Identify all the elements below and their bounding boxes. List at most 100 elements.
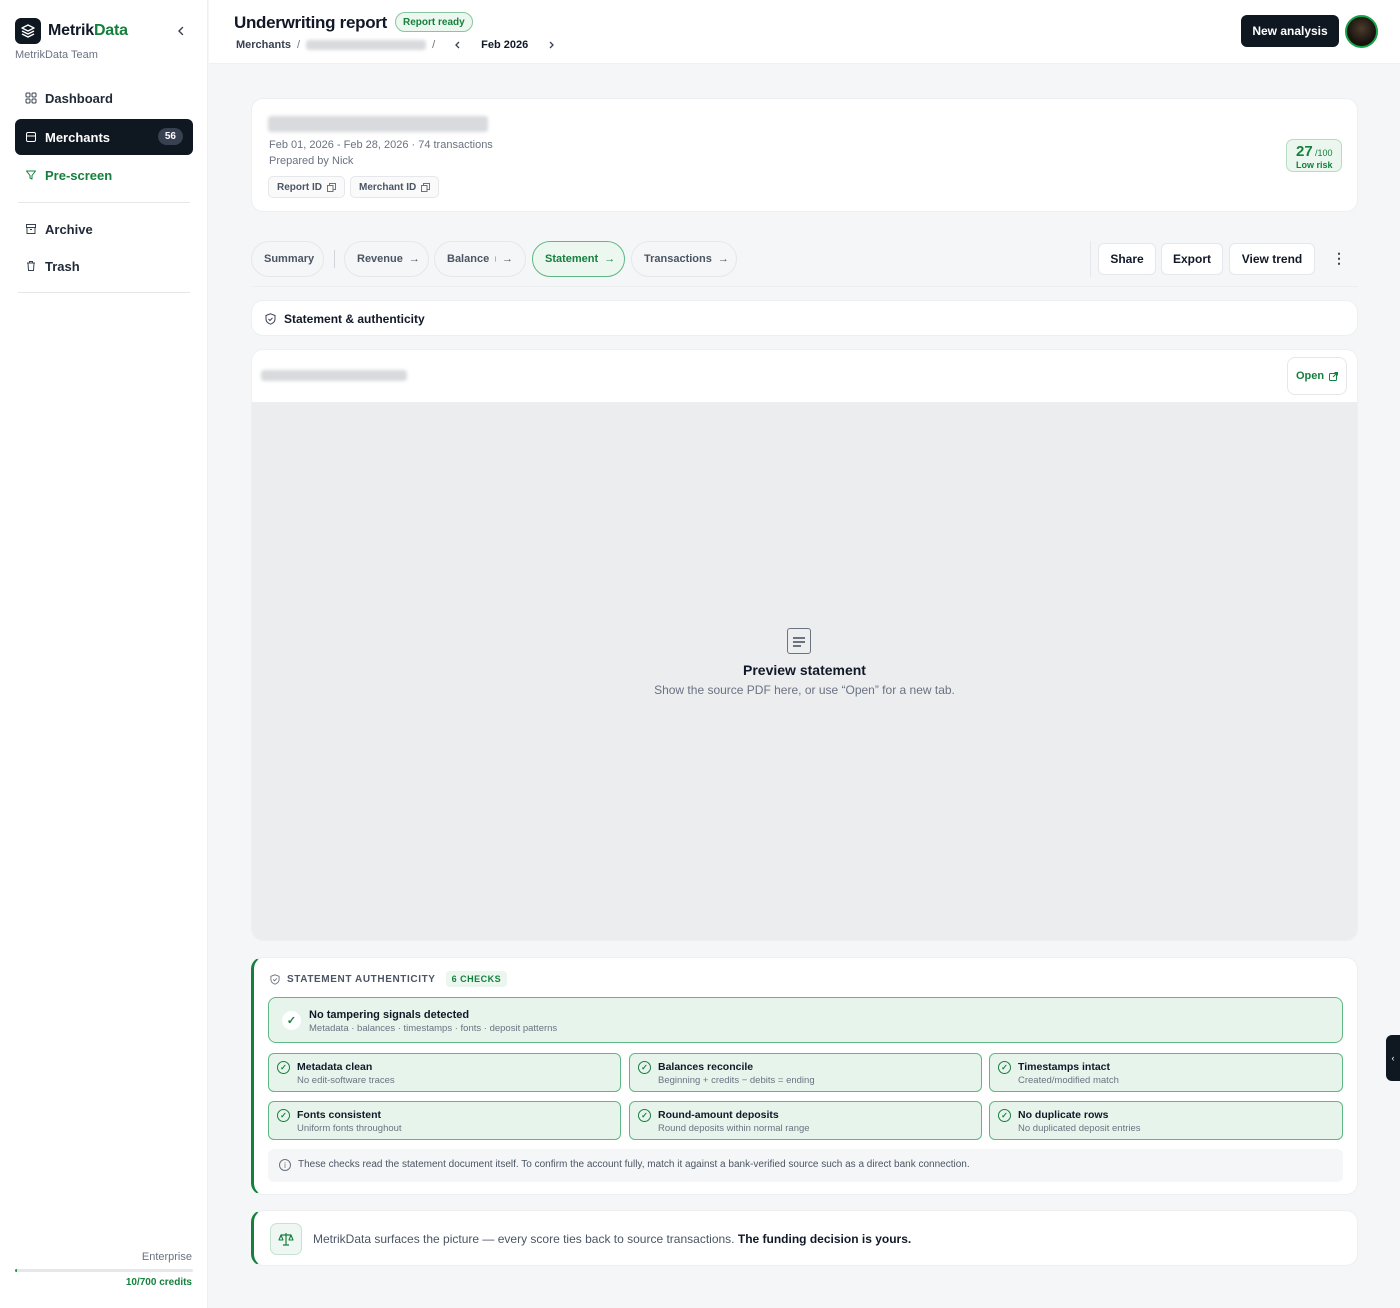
check-circle-icon: ✓	[638, 1061, 651, 1074]
note-text: These checks read the statement document…	[298, 1159, 970, 1170]
summary-subtitle: Metadata · balances · timestamps · fonts…	[309, 1023, 558, 1034]
authenticity-header: STATEMENT AUTHENTICITY 6 CHECKS	[270, 971, 508, 987]
brand[interactable]: MetrikData	[15, 18, 128, 44]
brand-name-second: Data	[93, 22, 128, 39]
merchant-summary-card: Feb 01, 2026 - Feb 28, 2026 · 74 transac…	[251, 98, 1358, 212]
credits-progress-fill	[15, 1269, 18, 1272]
external-link-icon	[1329, 371, 1339, 381]
preview-subtitle: Show the source PDF here, or use “Open” …	[654, 683, 955, 697]
copy-report-id-button[interactable]: Report ID	[268, 176, 345, 198]
document-icon-line	[793, 645, 801, 647]
prepared-by-label: Prepared by	[269, 155, 329, 167]
check-title: No duplicate rows	[1018, 1109, 1109, 1121]
tab-statement[interactable]: Statement →	[532, 241, 625, 277]
check-circle-icon: ✓	[638, 1109, 651, 1122]
share-button[interactable]: Share	[1098, 243, 1156, 275]
layers-logo-icon	[15, 18, 41, 44]
document-icon	[787, 628, 811, 654]
check-subtitle: Uniform fonts throughout	[297, 1123, 402, 1134]
sidebar-item-label: Archive	[45, 221, 93, 237]
sidebar-item-trash[interactable]: Trash	[15, 248, 193, 284]
check-circle-icon: ✓	[998, 1061, 1011, 1074]
section-title: Statement & authenticity	[284, 312, 425, 326]
arrow-right-icon: →	[408, 253, 420, 265]
tab-summary[interactable]: Summary	[251, 241, 324, 277]
breadcrumb-separator: /	[432, 38, 436, 51]
toolbar-separator	[1090, 241, 1091, 277]
arrow-right-icon: →	[502, 253, 513, 265]
tabs-divider	[251, 286, 1358, 287]
page-title: Underwriting report	[234, 13, 387, 32]
sidebar-item-archive[interactable]: Archive	[15, 211, 193, 247]
check-title: Round-amount deposits	[658, 1109, 779, 1121]
breadcrumb-merchants[interactable]: Merchants	[236, 39, 291, 51]
previous-period-button[interactable]	[451, 37, 465, 52]
next-period-button[interactable]	[544, 37, 558, 52]
check-title: Fonts consistent	[297, 1109, 382, 1121]
credits-progress-bar	[15, 1269, 193, 1272]
open-button-label: Open	[1295, 370, 1325, 382]
decision-disclaimer-card: MetrikData surfaces the picture — every …	[251, 1210, 1358, 1266]
risk-level-label: Low risk	[1296, 160, 1333, 170]
open-statement-button[interactable]: Open	[1287, 357, 1347, 395]
avatar[interactable]	[1345, 15, 1378, 48]
sidebar-item-pre-screen[interactable]: Pre-screen	[15, 157, 193, 193]
sidebar-item-label: Pre-screen	[45, 167, 113, 183]
pdf-preview-area[interactable]: Preview statement Show the source PDF he…	[252, 402, 1357, 940]
chevron-right-icon	[549, 41, 555, 49]
store-icon	[25, 131, 37, 143]
arrow-right-icon: →	[604, 253, 616, 265]
check-item-duplicates: ✓ No duplicate rows No duplicated deposi…	[989, 1101, 1343, 1140]
tab-transactions[interactable]: Transactions →	[631, 241, 737, 277]
export-button[interactable]: Export	[1161, 243, 1223, 275]
status-badge: Report ready	[395, 12, 473, 32]
authenticity-card: STATEMENT AUTHENTICITY 6 CHECKS ✓ No tam…	[251, 957, 1358, 1195]
risk-score-badge: 27 /100 Low risk	[1286, 139, 1342, 172]
merchant-name-redacted	[268, 116, 488, 132]
breadcrumb-merchant-redacted[interactable]	[306, 39, 427, 50]
copy-icon	[327, 182, 336, 192]
archive-icon	[25, 223, 37, 235]
new-analysis-button[interactable]: New analysis	[1241, 15, 1339, 47]
grid-icon	[25, 92, 37, 104]
sidebar-item-label: Merchants	[45, 129, 111, 145]
check-circle-icon: ✓	[277, 1061, 290, 1074]
collapse-sidebar-button[interactable]	[172, 22, 190, 40]
check-title: Timestamps intact	[1018, 1061, 1111, 1073]
copy-merchant-id-button[interactable]: Merchant ID	[350, 176, 440, 198]
preview-toolbar: Open	[252, 350, 1357, 402]
merchant-id-label: Merchant ID	[359, 181, 417, 193]
preview-title: Preview statement	[743, 662, 866, 678]
credits-text: 10/700 credits	[125, 1277, 192, 1288]
summary-title: No tampering signals detected	[309, 1009, 470, 1021]
attention-dot-icon	[495, 256, 496, 262]
prepared-by: Prepared by Nick	[269, 155, 353, 167]
authenticity-title: STATEMENT AUTHENTICITY	[287, 973, 436, 985]
chevron-left-icon	[455, 41, 460, 49]
top-bar: Underwriting report Report ready Merchan…	[209, 0, 1400, 64]
report-id-label: Report ID	[277, 181, 322, 193]
merchants-count-badge: 56	[157, 128, 183, 145]
sidebar-item-dashboard[interactable]: Dashboard	[15, 80, 193, 116]
check-title: Metadata clean	[297, 1061, 373, 1073]
tab-label: Revenue	[357, 253, 403, 265]
tab-balance[interactable]: Balance →	[434, 241, 526, 277]
tab-label: Balance	[447, 253, 490, 265]
check-icon: ✓	[282, 1011, 301, 1030]
view-trend-button[interactable]: View trend	[1229, 243, 1315, 275]
tab-label: Summary	[264, 253, 315, 265]
sidebar: MetrikData MetrikData Team Dashboard Mer…	[0, 0, 208, 1308]
side-panel-toggle[interactable]: ‹	[1386, 1035, 1400, 1081]
trash-icon	[25, 260, 37, 272]
sidebar-item-merchants[interactable]: Merchants 56	[15, 119, 193, 155]
team-name: MetrikData Team	[15, 49, 98, 61]
chevron-left-icon	[178, 26, 184, 36]
tab-revenue[interactable]: Revenue →	[344, 241, 429, 277]
sidebar-divider	[18, 292, 190, 293]
info-icon: i	[279, 1159, 291, 1171]
shield-check-icon	[270, 973, 280, 985]
tab-label: Transactions	[644, 253, 712, 265]
check-item-fonts: ✓ Fonts consistent Uniform fonts through…	[268, 1101, 621, 1140]
more-options-icon[interactable]: ⋮	[1330, 250, 1348, 268]
shield-check-icon	[265, 313, 276, 325]
